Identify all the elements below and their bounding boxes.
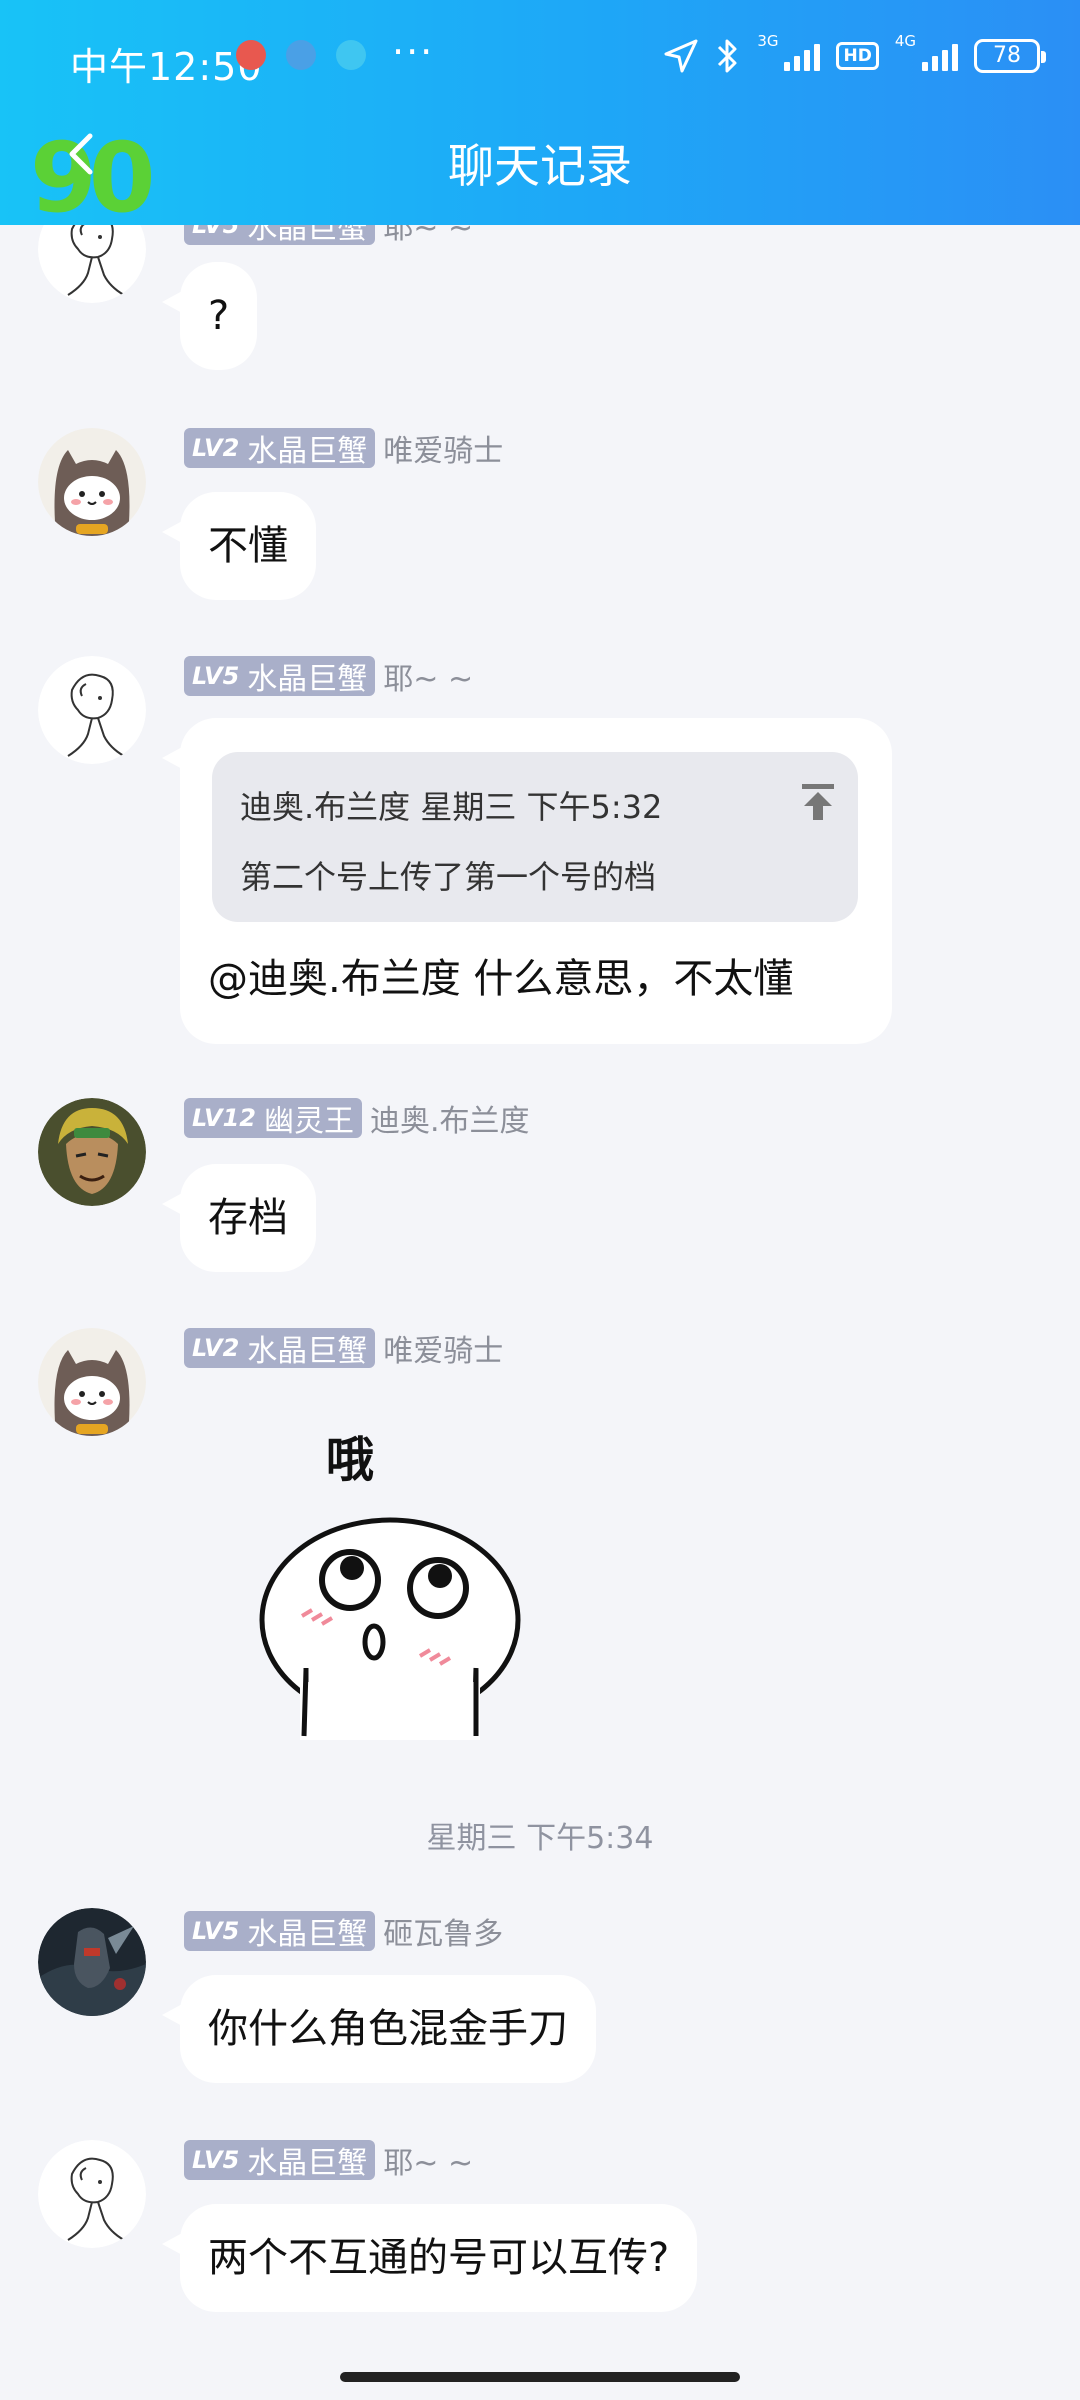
message-text: 两个不互通的号可以互传?	[208, 2235, 670, 2281]
message-text: 存档	[208, 1195, 288, 1241]
sender-meta: LV12 幽灵王 迪奥.布兰度	[184, 1098, 530, 1139]
avatar[interactable]	[38, 1328, 146, 1436]
avatar[interactable]	[38, 2140, 146, 2248]
jump-to-top-icon[interactable]	[800, 782, 836, 822]
message-list[interactable]: LV5 水晶巨蟹 耶~ ~ ? LV2 水晶巨蟹 唯爱骑士 不懂 LV5 水晶巨…	[0, 0, 1080, 2400]
totoro-cat-avatar-icon	[38, 428, 146, 536]
battery-level: 78	[993, 43, 1021, 68]
avatar[interactable]	[38, 428, 146, 536]
message-bubble[interactable]: 不懂	[162, 492, 316, 600]
sender-meta: LV2 水晶巨蟹 唯爱骑士	[184, 1328, 504, 1369]
chat-history-screen: LV5 水晶巨蟹 耶~ ~ ? LV2 水晶巨蟹 唯爱骑士 不懂 LV5 水晶巨…	[0, 0, 1080, 2400]
message-text: 你什么角色混金手刀	[208, 2006, 568, 2052]
badge-title: 水晶巨蟹	[247, 434, 368, 469]
level-badge: LV12 幽灵王	[184, 1098, 362, 1139]
level-label: LV5	[192, 2146, 240, 2174]
message-bubble[interactable]: 你什么角色混金手刀	[162, 1975, 596, 2083]
totoro-cat-avatar-icon	[38, 1328, 146, 1436]
sender-meta: LV5 水晶巨蟹 砸瓦鲁多	[184, 1911, 504, 1952]
app-notification-icon	[336, 40, 366, 70]
badge-title: 水晶巨蟹	[247, 1334, 368, 1369]
sketch-boy-avatar-icon	[38, 2140, 146, 2248]
quote-text: 第二个号上传了第一个号的档	[240, 858, 657, 896]
nickname: 砸瓦鲁多	[383, 1917, 504, 1952]
network-3g-label: 3G	[757, 32, 779, 50]
message-bubble[interactable]: ?	[161, 262, 258, 370]
status-bar: 中午12:50 ··· 3G HD 4G 78	[0, 0, 1080, 120]
status-icons: 3G HD 4G 78	[663, 32, 1046, 78]
avatar[interactable]	[38, 656, 146, 764]
badge-title: 幽灵王	[263, 1104, 354, 1139]
avatar[interactable]	[38, 1098, 146, 1206]
level-badge: LV5 水晶巨蟹	[184, 1911, 376, 1952]
level-label: LV12	[192, 1104, 256, 1132]
sticker[interactable]: 哦	[240, 1420, 540, 1740]
avatar[interactable]	[38, 1908, 146, 2016]
home-indicator[interactable]	[340, 2372, 740, 2382]
message-bubble[interactable]: 存档	[162, 1164, 316, 1272]
app-notification-icon	[236, 40, 266, 70]
level-badge: LV2 水晶巨蟹	[184, 1328, 376, 1369]
time-separator: 星期三 下午5:34	[426, 1821, 654, 1856]
quote-header: 迪奥.布兰度 星期三 下午5:32	[240, 788, 663, 826]
dio-avatar-icon	[38, 1098, 146, 1206]
level-badge: LV5 水晶巨蟹	[184, 2140, 376, 2181]
badge-title: 水晶巨蟹	[247, 1917, 368, 1952]
quoted-message[interactable]: 迪奥.布兰度 星期三 下午5:32 第二个号上传了第一个号的档	[212, 752, 858, 922]
nickname: 迪奥.布兰度	[369, 1104, 530, 1139]
bluetooth-icon	[718, 39, 737, 73]
nickname: 唯爱骑士	[383, 434, 504, 469]
badge-title: 水晶巨蟹	[247, 662, 368, 697]
top-bar: 中午12:50 ··· 3G HD 4G 78 90 聊天记录	[0, 0, 1080, 228]
level-label: LV5	[192, 1917, 240, 1945]
level-badge: LV5 水晶巨蟹	[184, 656, 376, 697]
battery-icon: 78	[974, 39, 1046, 73]
sticker-image	[259, 1517, 521, 1740]
level-badge: LV2 水晶巨蟹	[184, 428, 376, 469]
sender-meta: LV5 水晶巨蟹 耶~ ~	[184, 656, 474, 697]
sender-meta: LV2 水晶巨蟹 唯爱骑士	[184, 428, 504, 469]
sticker-text: 哦	[326, 1432, 375, 1488]
sender-meta: LV5 水晶巨蟹 耶~ ~	[184, 2140, 474, 2181]
nickname: 耶~ ~	[383, 662, 474, 697]
message-text: 不懂	[208, 523, 288, 569]
signal-3g-icon	[784, 41, 821, 71]
level-label: LV2	[192, 1334, 240, 1362]
hd-icon: HD	[836, 42, 879, 70]
message-text: @迪奥.布兰度 什么意思，不太懂	[208, 956, 794, 1002]
page-title: 聊天记录	[448, 139, 632, 193]
sketch-boy-avatar-icon	[38, 656, 146, 764]
status-time: 中午12:50	[70, 45, 263, 89]
level-label: LV2	[192, 434, 240, 462]
badge-title: 水晶巨蟹	[247, 2146, 368, 2181]
app-notification-icon	[286, 40, 316, 70]
network-4g-label: 4G	[894, 32, 916, 50]
message-text: ?	[208, 293, 230, 339]
message-bubble[interactable]: 两个不互通的号可以互传?	[161, 2204, 698, 2312]
nickname: 唯爱骑士	[383, 1334, 504, 1369]
dark-warrior-avatar-icon	[38, 1908, 146, 2016]
location-icon	[664, 39, 698, 73]
signal-4g-icon	[922, 41, 958, 71]
more-notifications-icon: ···	[392, 30, 435, 74]
nickname: 耶~ ~	[383, 2146, 474, 2181]
level-label: LV5	[192, 662, 240, 690]
